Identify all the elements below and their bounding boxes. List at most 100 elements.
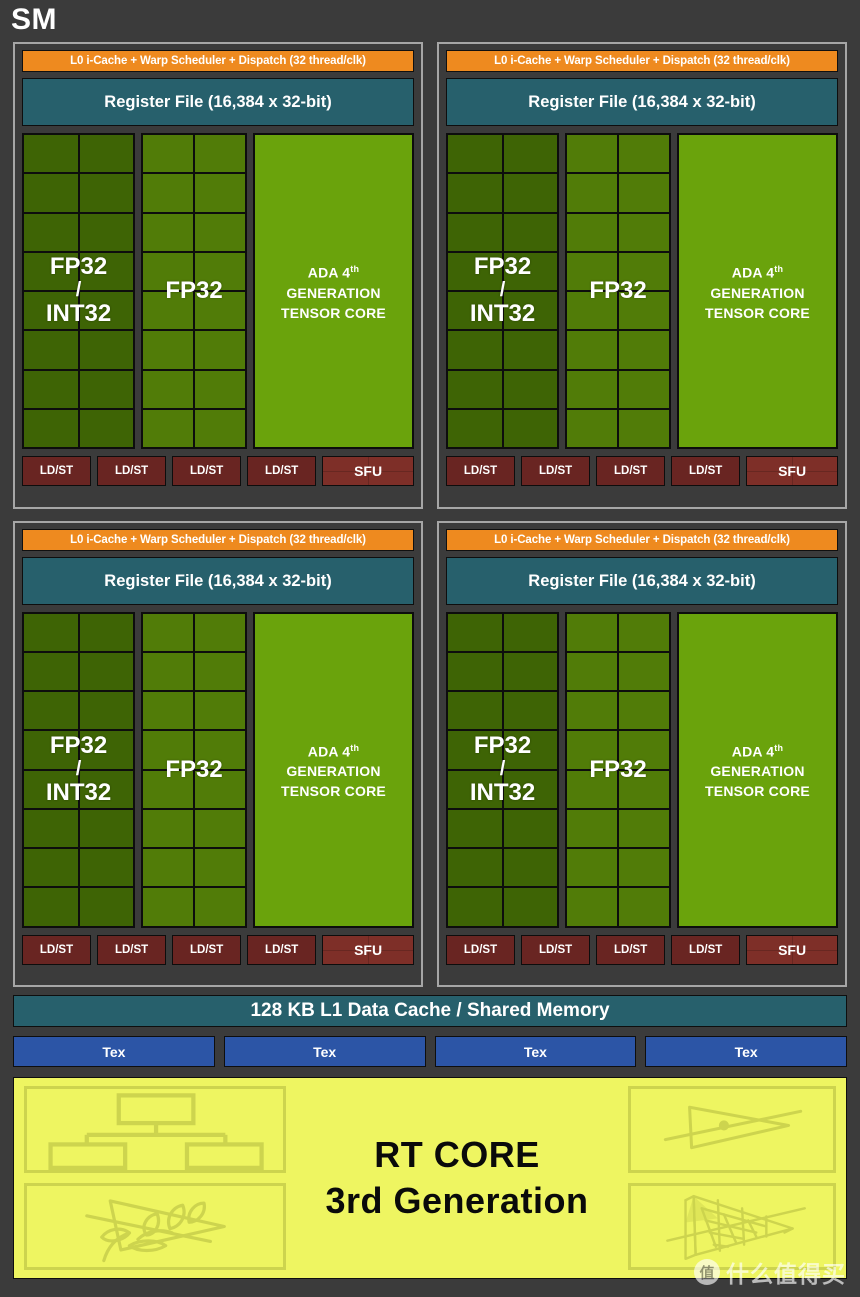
processing-block-4: L0 i-Cache + Warp Scheduler + Dispatch (…	[437, 520, 847, 987]
tex-unit-2: Tex	[223, 1036, 426, 1067]
ldst-unit: LD/ST	[596, 456, 666, 486]
core-cell	[24, 849, 78, 887]
core-cell	[448, 174, 502, 212]
core-row: FP32 / INT32 FP32 ADA 4th GENERATION TEN…	[22, 133, 414, 449]
ldst-unit: LD/ST	[446, 456, 516, 486]
core-cell	[567, 409, 617, 447]
ldst-unit: LD/ST	[22, 934, 92, 965]
rt-core-title: RT CORE 3rd Generation	[286, 1132, 628, 1224]
core-cell	[79, 652, 133, 690]
tensor-core-line1: ADA 4	[307, 264, 351, 281]
core-cell	[448, 809, 502, 847]
core-cell	[503, 809, 557, 847]
ldst-unit: LD/ST	[97, 934, 167, 965]
core-cell	[195, 370, 245, 408]
tex-unit-1: Tex	[13, 1036, 215, 1067]
core-cell	[24, 770, 78, 808]
tex-units-row: Tex Tex Tex Tex	[13, 1036, 847, 1067]
core-row: FP32 / INT32 FP32 ADA 4th GENERATION TEN…	[446, 133, 838, 449]
ldst-sfu-row: LD/ST LD/ST LD/ST LD/ST SFU	[22, 934, 415, 965]
core-cell	[79, 331, 133, 369]
alpha-foliage-triangle-icon	[24, 1183, 286, 1270]
core-cell	[448, 370, 502, 408]
core-cell	[503, 692, 557, 730]
ldst-unit: LD/ST	[596, 934, 666, 965]
tensor-core-ordinal: th	[774, 264, 784, 275]
core-cell	[24, 613, 78, 651]
core-cell	[24, 252, 78, 290]
fp32-int32-core-array: FP32 / INT32	[22, 611, 135, 928]
core-cell	[503, 652, 557, 690]
core-cell	[567, 849, 617, 887]
core-cell	[567, 331, 617, 369]
core-cell	[619, 809, 669, 847]
core-cell	[619, 370, 669, 408]
core-cell	[567, 613, 617, 651]
core-cell	[619, 849, 669, 887]
warp-scheduler-bar: L0 i-Cache + Warp Scheduler + Dispatch (…	[446, 50, 838, 72]
core-cell	[503, 174, 557, 212]
sfu-unit: SFU	[746, 456, 839, 486]
core-cell	[503, 849, 557, 887]
core-cell	[143, 849, 193, 887]
tensor-core-ordinal: th	[350, 264, 360, 275]
core-cell	[79, 613, 133, 651]
core-cell	[24, 731, 78, 769]
core-cell	[24, 888, 78, 926]
core-cell	[448, 292, 502, 330]
core-cell	[503, 613, 557, 651]
core-cell	[143, 652, 193, 690]
core-cell	[195, 731, 245, 769]
core-cell	[79, 135, 133, 173]
core-cell	[143, 613, 193, 651]
core-cell	[503, 731, 557, 769]
core-cell	[195, 252, 245, 290]
fp32-core-array: FP32	[565, 133, 671, 449]
processing-block-3: L0 i-Cache + Warp Scheduler + Dispatch (…	[13, 520, 423, 987]
ldst-unit: LD/ST	[671, 456, 741, 486]
core-cell	[195, 652, 245, 690]
core-cell	[619, 652, 669, 690]
core-cell	[448, 613, 502, 651]
core-cell	[79, 409, 133, 447]
core-cell	[619, 409, 669, 447]
core-cell	[143, 174, 193, 212]
core-cell	[24, 135, 78, 173]
fp32-core-array: FP32	[141, 133, 247, 449]
fp32-core-array: FP32	[141, 611, 247, 928]
ldst-unit: LD/ST	[172, 456, 242, 486]
core-cell	[619, 292, 669, 330]
core-cell	[143, 692, 193, 730]
ldst-sfu-row: LD/ST LD/ST LD/ST LD/ST SFU	[22, 456, 415, 486]
core-cell	[195, 613, 245, 651]
warp-scheduler-bar: L0 i-Cache + Warp Scheduler + Dispatch (…	[446, 528, 838, 551]
sfu-label: SFU	[778, 941, 807, 958]
core-cell	[195, 849, 245, 887]
core-cell	[79, 770, 133, 808]
ldst-unit: LD/ST	[521, 456, 591, 486]
core-row: FP32 / INT32 FP32 ADA 4th GENERATION TEN…	[22, 611, 414, 928]
processing-block-1: L0 i-Cache + Warp Scheduler + Dispatch (…	[13, 42, 423, 509]
core-cell	[143, 809, 193, 847]
core-cell	[79, 213, 133, 251]
core-cell	[79, 731, 133, 769]
tensor-core-line1: ADA 4	[731, 264, 775, 281]
register-file-bar: Register File (16,384 x 32-bit)	[446, 78, 838, 126]
core-cell	[619, 174, 669, 212]
core-cell	[24, 692, 78, 730]
core-cell	[195, 174, 245, 212]
core-cell	[503, 292, 557, 330]
core-cell	[567, 292, 617, 330]
core-cell	[448, 770, 502, 808]
warp-scheduler-bar: L0 i-Cache + Warp Scheduler + Dispatch (…	[22, 50, 414, 72]
core-cell	[79, 809, 133, 847]
core-row: FP32 / INT32 FP32 ADA 4th GENERATION TEN…	[446, 611, 838, 928]
tensor-core-block: ADA 4th GENERATION TENSOR CORE	[677, 611, 838, 928]
tensor-core-block: ADA 4th GENERATION TENSOR CORE	[253, 611, 414, 928]
core-cell	[79, 292, 133, 330]
sfu-unit: SFU	[322, 456, 415, 486]
core-cell	[24, 213, 78, 251]
register-file-bar: Register File (16,384 x 32-bit)	[22, 78, 414, 126]
core-cell	[195, 292, 245, 330]
core-cell	[567, 174, 617, 212]
